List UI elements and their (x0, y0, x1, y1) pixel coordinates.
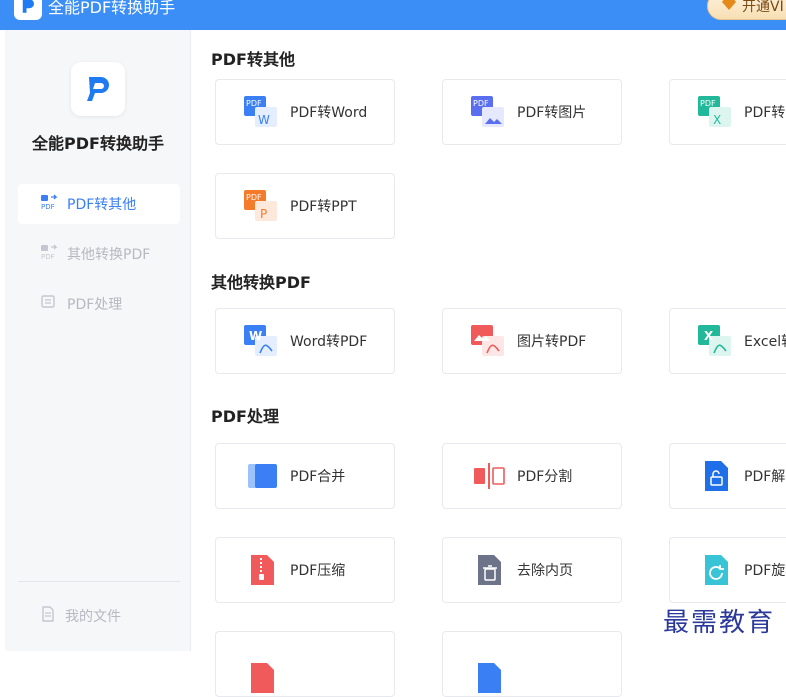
tile-label: PDF转Word (290, 105, 368, 121)
to-pdf-icon: PDF (40, 244, 58, 264)
pdf-to-ppt-icon: PDF P (244, 188, 280, 224)
svg-text:PDF: PDF (41, 203, 55, 210)
svg-text:X: X (704, 329, 714, 343)
word-to-pdf-icon: W (244, 323, 280, 359)
svg-text:PDF: PDF (246, 99, 262, 108)
svg-text:W: W (249, 329, 262, 343)
sidebar-item-label: 其他转换PDF (67, 247, 151, 263)
file-icon (40, 606, 56, 626)
sidebar-item-label: 我的文件 (65, 609, 121, 625)
image-to-pdf-icon (471, 323, 507, 359)
excel-to-pdf-icon: X (698, 323, 734, 359)
tile-remove-pages[interactable]: 去除内页 (442, 537, 622, 603)
svg-text:W: W (258, 113, 270, 127)
tile-label: PDF转图片 (517, 105, 587, 121)
tile-pdf-merge[interactable]: PDF合并 (215, 443, 395, 509)
pdf-tool-icon (471, 660, 507, 696)
sidebar-item-other-to-pdf[interactable]: PDF 其他转换PDF (18, 234, 180, 274)
svg-text:P: P (260, 207, 267, 221)
sidebar: 全能PDF转换助手 PDF PDF转其他 PDF 其他转换PDF PDF处理 我… (5, 30, 191, 651)
sidebar-item-label: PDF转其他 (67, 197, 137, 213)
tile-label: PDF合并 (290, 469, 346, 485)
tile-label: PDF转E (744, 105, 786, 121)
tile-pdf-split[interactable]: PDF分割 (442, 443, 622, 509)
sidebar-item-pdf-process[interactable]: PDF处理 (18, 284, 180, 324)
pdf-process-icon (40, 294, 58, 314)
tile-label: PDF旋转 (744, 563, 786, 579)
section-title-other-to-pdf: 其他转换PDF (211, 273, 311, 292)
section-title-pdf-to-other: PDF转其他 (211, 50, 295, 69)
pdf-to-word-icon: PDF W (244, 94, 280, 130)
tile-pdf-unlock[interactable]: PDF解密 (669, 443, 786, 509)
app-name: 全能PDF转换助手 (32, 134, 164, 153)
tile-label: PDF转PPT (290, 199, 357, 215)
tile-label: 图片转PDF (517, 334, 587, 350)
tile-pdf-to-word[interactable]: PDF W PDF转Word (215, 79, 395, 145)
pdf-to-image-icon: PDF (471, 94, 507, 130)
tile-label: Word转PDF (290, 334, 368, 350)
app-logo-icon (22, 0, 34, 13)
tile-label: PDF解密 (744, 469, 786, 485)
app-logo-small (14, 0, 42, 20)
tile-pdf-to-image[interactable]: PDF PDF转图片 (442, 79, 622, 145)
tile-pdf-compress[interactable]: PDF压缩 (215, 537, 395, 603)
svg-text:PDF: PDF (473, 99, 489, 108)
diamond-icon (722, 0, 736, 14)
window-title: 全能PDF转换助手 (48, 0, 176, 17)
vip-button[interactable]: 开通VI (707, 0, 786, 20)
sidebar-item-label: PDF处理 (67, 297, 123, 313)
sidebar-item-my-files[interactable]: 我的文件 (18, 596, 180, 636)
merge-icon (244, 458, 280, 494)
tile-pdf-to-ppt[interactable]: PDF P PDF转PPT (215, 173, 395, 239)
unlock-icon (698, 458, 734, 494)
tile-label: 去除内页 (517, 563, 573, 579)
tile-pdf-to-excel[interactable]: PDF X PDF转E (669, 79, 786, 145)
app-logo-icon (87, 77, 109, 101)
pdf-to-excel-icon: PDF X (698, 94, 734, 130)
pdf-tool-icon (244, 660, 280, 696)
compress-icon (244, 552, 280, 588)
rotate-icon (698, 552, 734, 588)
tile-row6-item2[interactable] (442, 631, 622, 697)
pdf-convert-icon: PDF (40, 194, 58, 214)
title-bar: 全能PDF转换助手 开通VI (0, 0, 786, 30)
tile-label: PDF分割 (517, 469, 573, 485)
split-icon (471, 458, 507, 494)
tile-word-to-pdf[interactable]: W Word转PDF (215, 308, 395, 374)
tile-pdf-rotate[interactable]: PDF旋转 (669, 537, 786, 603)
tile-excel-to-pdf[interactable]: X Excel转 (669, 308, 786, 374)
svg-text:PDF: PDF (41, 253, 55, 260)
sidebar-item-pdf-to-other[interactable]: PDF PDF转其他 (18, 184, 180, 224)
watermark: 最需教育 (663, 608, 776, 638)
delete-page-icon (471, 552, 507, 588)
tile-label: Excel转 (744, 334, 786, 350)
tile-label: PDF压缩 (290, 563, 346, 579)
section-title-pdf-process: PDF处理 (211, 407, 279, 426)
svg-text:PDF: PDF (700, 99, 716, 108)
sidebar-divider (18, 581, 180, 582)
svg-text:X: X (713, 113, 721, 127)
tile-row6-item1[interactable] (215, 631, 395, 697)
app-logo (71, 62, 125, 116)
svg-text:PDF: PDF (246, 193, 262, 202)
tile-image-to-pdf[interactable]: 图片转PDF (442, 308, 622, 374)
vip-label: 开通VI (742, 0, 784, 15)
